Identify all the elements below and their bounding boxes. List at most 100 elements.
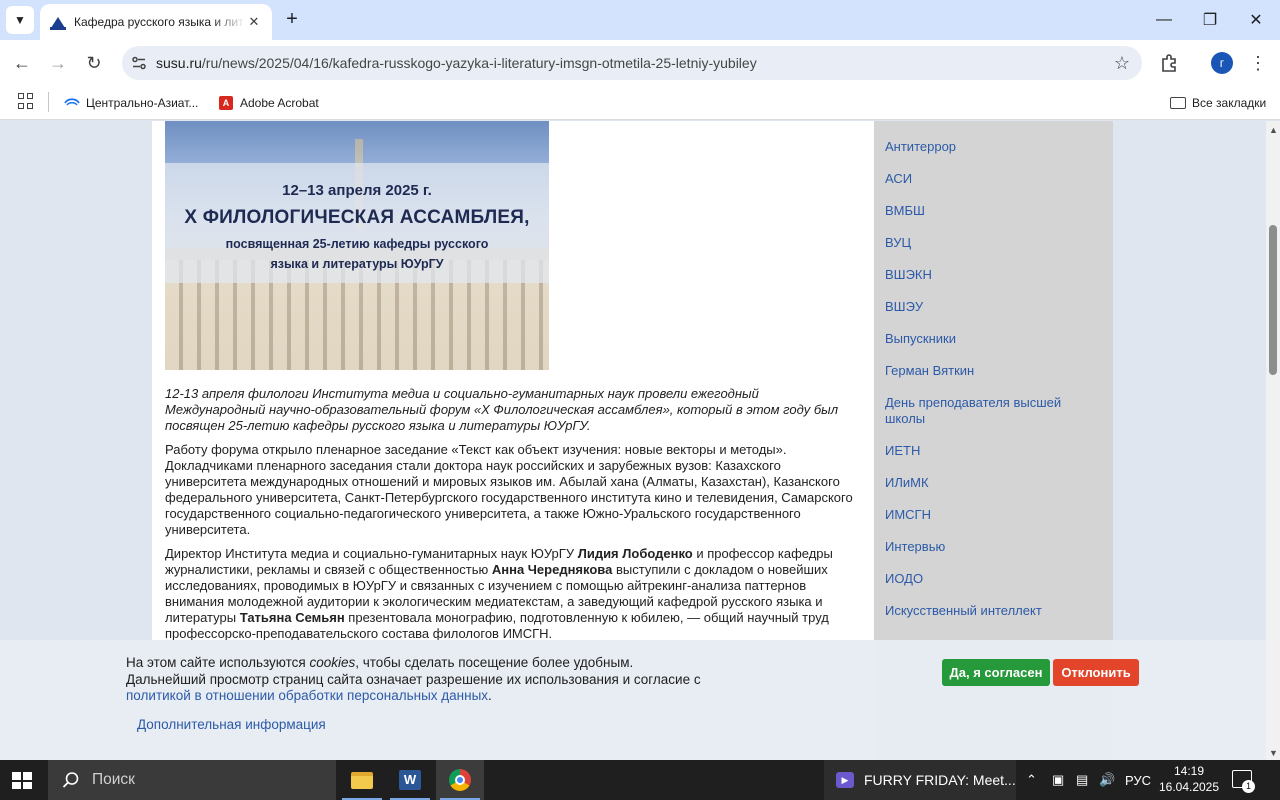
tab-active[interactable]: Кафедра русского языка и лит ✕ (40, 4, 272, 40)
new-tab-button[interactable]: + (280, 8, 304, 32)
tab-strip: ▼ Кафедра русского языка и лит ✕ + — ❐ ✕ (0, 0, 1280, 40)
more-menu-icon[interactable]: ⋮ (1246, 50, 1270, 76)
profile-avatar[interactable]: г (1211, 52, 1233, 74)
arrow-left-icon: ← (13, 52, 31, 73)
extensions-icon[interactable] (1156, 50, 1182, 76)
person-name: Татьяна Семьян (239, 610, 345, 625)
tag-link[interactable]: Герман Вяткин (885, 363, 1085, 379)
clock-date: 16.04.2025 (1158, 780, 1220, 794)
back-button[interactable]: ← (8, 49, 36, 77)
apps-grid-icon[interactable] (18, 93, 34, 109)
taskbar-search[interactable]: Поиск (48, 760, 336, 800)
scroll-down-icon[interactable]: ▼ (1269, 748, 1278, 758)
restore-button[interactable]: ❐ (1187, 0, 1233, 40)
tag-link[interactable]: ВШЭКН (885, 267, 1085, 283)
article-paragraph: Директор Института медиа и социально-гум… (165, 546, 861, 642)
decline-cookies-button[interactable]: Отклонить (1053, 659, 1139, 686)
bookmark-item[interactable]: A Adobe Acrobat (218, 86, 319, 120)
bookmark-label: Adobe Acrobat (240, 96, 319, 110)
cookie-notice-text: На этом сайте используются cookies, чтоб… (126, 655, 716, 705)
url-text[interactable]: susu.ru/ru/news/2025/04/16/kafedra-russk… (156, 55, 1102, 71)
volume-icon[interactable]: 🔊 (1099, 760, 1115, 800)
tag-link[interactable]: День преподавателя высшей школы (885, 395, 1085, 427)
tag-link[interactable]: ИМСГН (885, 507, 1085, 523)
site-info-icon[interactable] (122, 55, 156, 71)
text-span: . (488, 688, 492, 703)
reload-button[interactable]: ↻ (80, 49, 108, 77)
person-name: Анна Череднякова (491, 562, 613, 577)
folder-icon (1170, 95, 1186, 111)
tag-link[interactable]: Антитеррор (885, 139, 1085, 155)
tag-link[interactable]: ИЕТН (885, 443, 1085, 459)
bookmark-item[interactable]: Центрально-Азиат... (64, 86, 198, 120)
tag-link[interactable]: ВМБШ (885, 203, 1085, 219)
accept-cookies-button[interactable]: Да, я согласен (942, 659, 1050, 686)
tag-link[interactable]: АСИ (885, 171, 1085, 187)
windows-taskbar: Поиск W ▶ FURRY FRIDAY: Meet... ⌃ ▣ ▤ 🔊 … (0, 760, 1280, 800)
clock[interactable]: 14:19 16.04.2025 (1150, 763, 1228, 795)
banner-subtitle-line2: языка и литературы ЮУрГУ (270, 257, 444, 271)
clock-time: 14:19 (1173, 764, 1205, 778)
network-icon[interactable]: ▤ (1076, 760, 1088, 800)
bookmarks-divider (48, 92, 49, 112)
browser-toolbar: ← → ↻ susu.ru/ru/news/2025/04/16/kafedra… (0, 40, 1280, 86)
article-body: 12-13 апреля филологи Института медиа и … (165, 386, 861, 650)
page-scrollbar[interactable]: ▲ ▼ (1266, 121, 1280, 760)
tag-link[interactable]: ИОДО (885, 571, 1085, 587)
cookie-consent-bar: На этом сайте используются cookies, чтоб… (0, 640, 1266, 760)
event-banner-image: 12–13 апреля 2025 г. X ФИЛОЛОГИЧЕСКАЯ АС… (165, 121, 549, 370)
close-icon: ✕ (1249, 12, 1263, 29)
plus-icon: + (286, 8, 298, 30)
chrome-icon (449, 769, 471, 791)
bookmark-label: Центрально-Азиат... (86, 96, 199, 110)
arrow-right-icon: → (49, 52, 67, 73)
forward-button[interactable]: → (44, 49, 72, 77)
all-bookmarks-button[interactable]: Все закладки (1170, 86, 1266, 120)
minimize-button[interactable]: — (1141, 0, 1187, 40)
folder-icon (351, 771, 373, 789)
tab-search-button[interactable]: ▼ (6, 6, 34, 34)
minimize-icon: — (1156, 11, 1172, 28)
restore-icon: ❐ (1202, 12, 1218, 29)
taskbar-chrome[interactable] (436, 760, 484, 800)
article-lead: 12-13 апреля филологи Института медиа и … (165, 386, 839, 433)
tag-link[interactable]: Интервью (885, 539, 1085, 555)
address-bar[interactable]: susu.ru/ru/news/2025/04/16/kafedra-russk… (122, 46, 1142, 80)
acrobat-icon: A (218, 95, 234, 111)
cookies-word: cookies (309, 655, 356, 670)
chevron-down-icon: ▼ (14, 13, 26, 27)
susu-favicon-icon (50, 14, 66, 30)
scroll-up-icon[interactable]: ▲ (1269, 125, 1278, 135)
window-close-button[interactable]: ✕ (1233, 0, 1279, 40)
word-icon: W (399, 770, 421, 790)
text-span: Директор Института медиа и социально-гум… (165, 546, 578, 561)
media-widget[interactable]: ▶ FURRY FRIDAY: Meet... (824, 760, 1016, 800)
taskbar-file-explorer[interactable] (338, 760, 386, 800)
tag-link[interactable]: ИЛиМК (885, 475, 1085, 491)
language-indicator[interactable]: РУС (1125, 760, 1151, 800)
tag-link[interactable]: ВУЦ (885, 235, 1085, 251)
person-name: Лидия Лободенко (577, 546, 693, 561)
search-placeholder: Поиск (92, 771, 135, 788)
article-paragraph: Работу форума открыло пленарное заседани… (165, 442, 853, 537)
taskbar-word[interactable]: W (386, 760, 434, 800)
meet-icon[interactable]: ▣ (1052, 760, 1064, 800)
scrollbar-thumb[interactable] (1269, 225, 1277, 375)
link-icon (64, 95, 80, 111)
banner-date: 12–13 апреля 2025 г. (282, 182, 432, 199)
more-info-link[interactable]: Дополнительная информация (137, 717, 326, 732)
windows-start-icon[interactable] (12, 772, 32, 789)
tab-title: Кафедра русского языка и лит (74, 15, 244, 29)
tag-link[interactable]: ВШЭУ (885, 299, 1085, 315)
url-path: /ru/news/2025/04/16/kafedra-russkogo-yaz… (201, 55, 757, 71)
close-icon[interactable]: ✕ (246, 14, 262, 30)
search-icon (62, 772, 79, 788)
bookmark-star-icon[interactable]: ☆ (1102, 53, 1142, 74)
tag-link[interactable]: Искусственный интеллект (885, 603, 1085, 619)
tag-link[interactable]: Выпускники (885, 331, 1085, 347)
url-host: susu.ru (156, 55, 202, 71)
privacy-policy-link[interactable]: политикой в отношении обработки персонал… (126, 688, 488, 703)
media-title: FURRY FRIDAY: Meet... (864, 772, 1016, 788)
tray-chevron-icon[interactable]: ⌃ (1026, 760, 1037, 800)
text-span: На этом сайте используются (126, 655, 310, 670)
